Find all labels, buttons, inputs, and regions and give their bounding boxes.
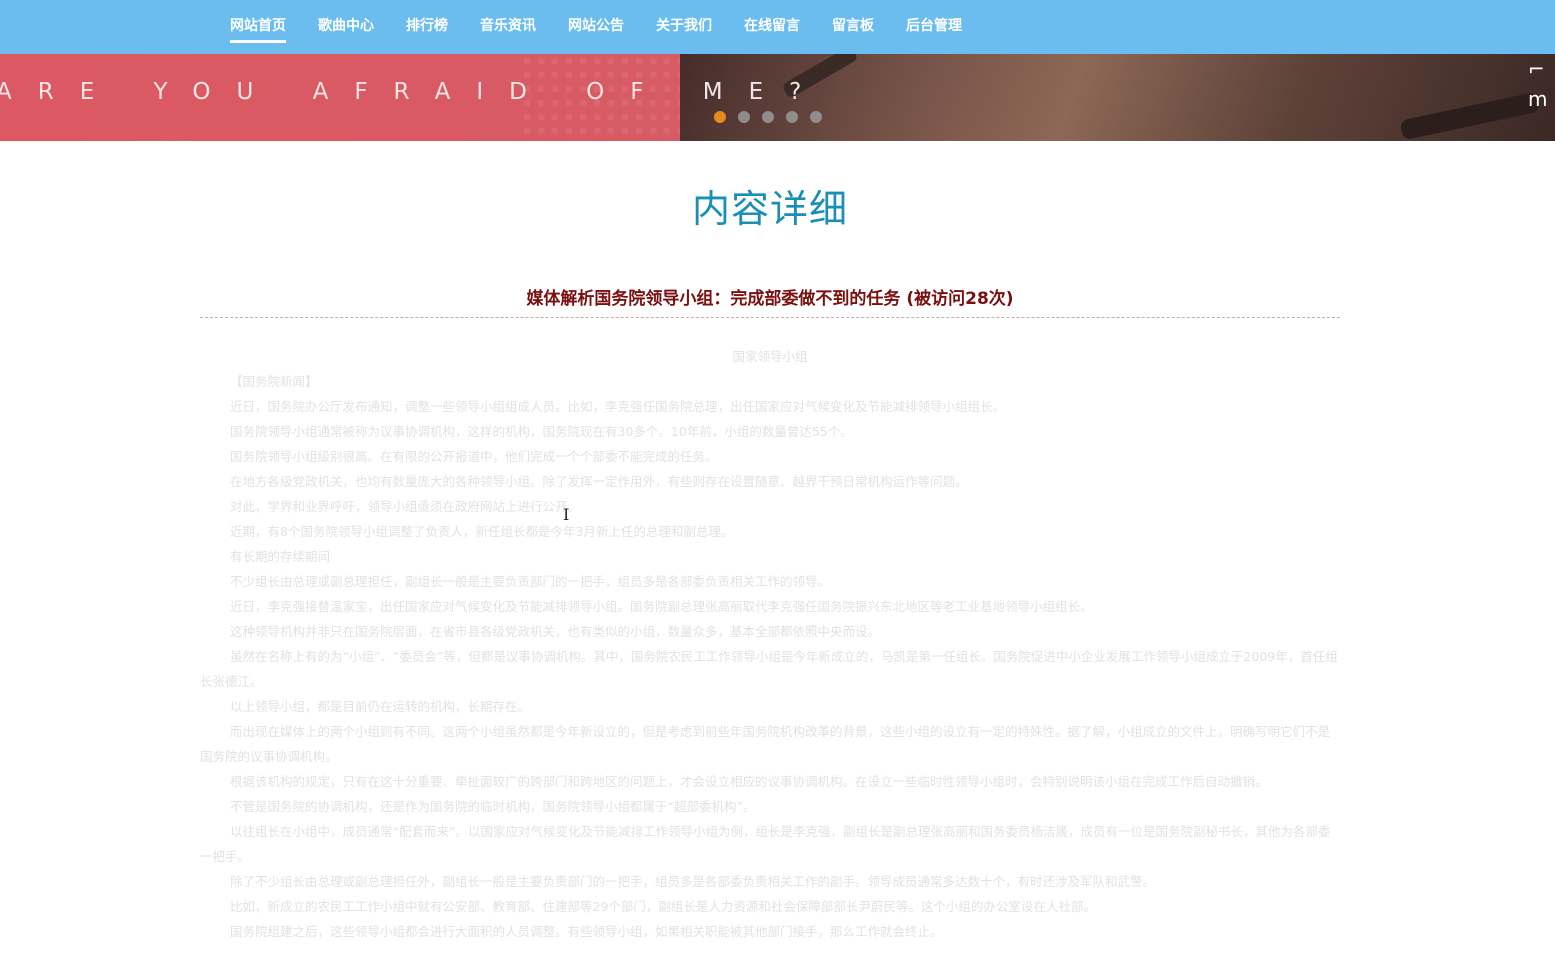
nav-item[interactable]: 网站首页 — [230, 0, 286, 54]
article-paragraph: 近日，国务院办公厅发布通知，调整一些领导小组组成人员。比如，李克强任国务院总理，… — [230, 399, 1006, 414]
title-divider — [200, 317, 1340, 318]
page-title: 内容详细 — [691, 187, 848, 231]
article-paragraph: 根据该机构的规定，只有在这十分重要、牵扯面较广的跨部门和跨地区的问题上，才会设立… — [230, 774, 1268, 789]
nav-item[interactable]: 留言板 — [832, 0, 874, 54]
top-navigation: 网站首页 歌曲中心 排行榜 音乐资讯 网站公告 关于我们 在线留言 留言板 后台管理 — [0, 0, 1555, 54]
article-paragraph: 以往组长在小组中，成员通常“配套而来”。以国家应对气候变化及节能减排工作领导小组… — [200, 824, 1331, 864]
text-cursor-icon: I — [563, 505, 570, 524]
article-paragraph: 不管是国务院的协调机构，还是作为国务院的临时机构，国务院领导小组都属于“超部委机… — [230, 799, 756, 814]
article-paragraph: 这种领导机构并非只在国务院层面，在省市县各级党政机关，也有类似的小组，数量众多，… — [230, 624, 881, 639]
nav-item[interactable]: 关于我们 — [656, 0, 712, 54]
banner-side-text: ⌐ m — [1528, 57, 1548, 111]
article-paragraph: 【国务院新闻】 — [230, 374, 318, 389]
nav-item[interactable]: 网站公告 — [568, 0, 624, 54]
nav-item[interactable]: 在线留言 — [744, 0, 800, 54]
carousel-dot[interactable] — [810, 111, 822, 123]
hero-banner: ARE YOU AFRAID OF ME? ⌐ m — [0, 54, 1555, 141]
banner-slogan: ARE YOU AFRAID OF ME? — [0, 79, 828, 105]
carousel-dot[interactable] — [762, 111, 774, 123]
article-title: 媒体解析国务院领导小组：完成部委做不到的任务 (被访问28次) — [526, 289, 1014, 309]
article-paragraph: 以上领导小组，都是目前仍在运转的机构，长期存在。 — [230, 699, 531, 714]
article-paragraph: 近期，有8个国务院领导小组调整了负责人，新任组长都是今年3月新上任的总理和副总理… — [230, 524, 734, 539]
carousel-dot[interactable] — [738, 111, 750, 123]
article-body: 国家领导小组 【国务院新闻】近日，国务院办公厅发布通知，调整一些领导小组组成人员… — [200, 344, 1340, 944]
article-paragraph: 除了不少组长由总理或副总理担任外，副组长一般是主要负责部门的一把手，组员多是各部… — [230, 874, 1156, 889]
article-paragraph: 国务院领导小组级别很高。在有限的公开报道中，他们完成一个个部委不能完成的任务。 — [230, 449, 718, 464]
article-paragraph: 近日，李克强接替温家宝，出任国家应对气候变化及节能减排领导小组。国务院副总理张高… — [230, 599, 1093, 614]
nav-item[interactable]: 后台管理 — [906, 0, 962, 54]
carousel-dot[interactable] — [786, 111, 798, 123]
article-paragraph: 对此，学界和业界呼吁，领导小组亟须在政府网站上进行公开。 — [230, 499, 581, 514]
nav-item[interactable]: 歌曲中心 — [318, 0, 374, 54]
article-paragraphs: 【国务院新闻】近日，国务院办公厅发布通知，调整一些领导小组组成人员。比如，李克强… — [200, 369, 1340, 944]
article-paragraph: 比如，新成立的农民工工作小组中就有公安部、教育部、住建部等29个部门，副组长是人… — [230, 899, 1096, 914]
article-image-caption: 国家领导小组 — [732, 349, 808, 364]
carousel-dot[interactable] — [714, 111, 726, 123]
article-paragraph: 有长期的存续期间 — [230, 549, 331, 564]
carousel-indicators — [714, 111, 834, 123]
nav-item[interactable]: 音乐资讯 — [480, 0, 536, 54]
article-paragraph: 国务院组建之后，这些领导小组都会进行大面积的人员调整。有些领导小组，如果相关职能… — [230, 924, 943, 939]
article-paragraph: 国务院领导小组通常被称为议事协调机构，这样的机构，国务院现在有30多个。10年前… — [230, 424, 853, 439]
nav-item[interactable]: 排行榜 — [406, 0, 448, 54]
article-paragraph: 虽然在名称上有的为“小组”、“委员会”等，但都是议事协调机构。其中，国务院农民工… — [200, 649, 1338, 689]
article-paragraph: 在地方各级党政机关，也均有数量庞大的各种领导小组。除了发挥一定作用外，有些则存在… — [230, 474, 968, 489]
nav-menu: 网站首页 歌曲中心 排行榜 音乐资讯 网站公告 关于我们 在线留言 留言板 后台管理 — [230, 0, 994, 54]
article-paragraph: 而出现在媒体上的两个小组则有不同。这两个小组虽然都是今年新设立的，但是考虑到前些… — [200, 724, 1331, 764]
article-paragraph: 不少组长由总理或副总理担任，副组长一般是主要负责部门的一把手，组员多是各部委负责… — [230, 574, 831, 589]
